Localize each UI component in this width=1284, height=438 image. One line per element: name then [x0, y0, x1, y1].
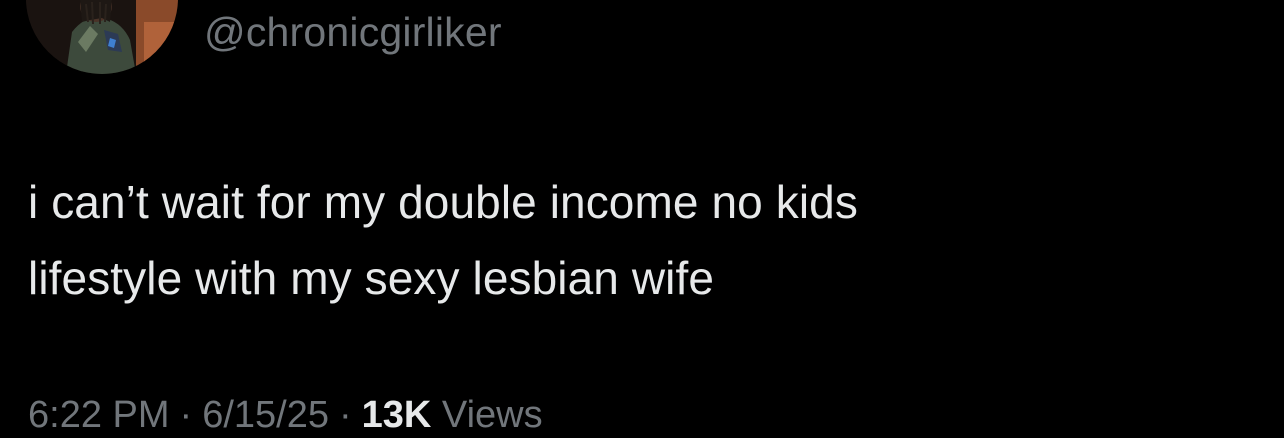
avatar[interactable]: [26, 0, 178, 74]
user-handle[interactable]: @chronicgirliker: [204, 8, 502, 56]
tweet-text-line: i can’t wait for my double income no kid…: [28, 176, 858, 228]
avatar-photo: [26, 0, 178, 74]
separator-dot: ·: [179, 394, 193, 436]
tweet-meta: 6:22 PM · 6/15/25 · 13K Views: [28, 392, 543, 438]
tweet-date[interactable]: 6/15/25: [202, 394, 329, 436]
tweet-text-line: lifestyle with my sexy lesbian wife: [28, 252, 715, 304]
tweet-card: @chronicgirliker i can’t wait for my dou…: [0, 0, 1284, 436]
views-label[interactable]: Views: [442, 394, 543, 436]
views-count[interactable]: 13K: [362, 394, 432, 436]
separator-dot: ·: [338, 394, 352, 436]
tweet-text: i can’t wait for my double income no kid…: [28, 164, 1228, 316]
tweet-time[interactable]: 6:22 PM: [28, 394, 170, 436]
